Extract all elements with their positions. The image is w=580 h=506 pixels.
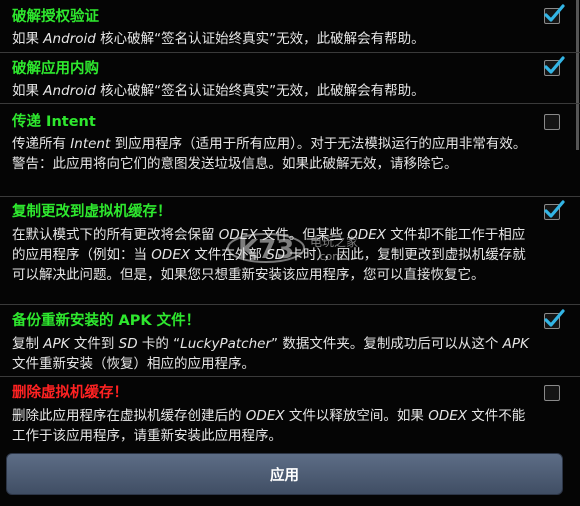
description-text: 如果: [12, 31, 44, 47]
description-term: SD: [118, 336, 138, 352]
description-term: Intent: [70, 136, 111, 152]
option-checkbox[interactable]: [544, 200, 565, 220]
description-text: 删除此应用程序在虚拟机缓存创建后的: [12, 408, 246, 424]
apply-button[interactable]: 应用: [6, 453, 563, 495]
description-text: 传递所有: [12, 136, 71, 152]
description-text: 文件。但某些: [257, 227, 348, 243]
description-term: ODEX: [428, 408, 468, 424]
option-description: 传递所有 Intent 到应用程序（适用于所有应用）。对于无法模拟运行的应用非常…: [12, 134, 532, 174]
option-title: 传递 Intent: [12, 114, 96, 130]
description-term: LuckyPatcher: [180, 336, 272, 352]
option-in-app-purchase[interactable]: 破解应用内购 如果 Android 核心破解“签名认证始终真实”无效，此破解会有…: [0, 53, 580, 104]
checkmark-icon: [544, 200, 565, 218]
checkmark-icon: [544, 56, 565, 74]
option-title: 破解授权验证: [12, 9, 99, 25]
option-delete-dalvik-cache[interactable]: 删除虚拟机缓存！ 删除此应用程序在虚拟机缓存创建后的 ODEX 文件以释放空间。…: [0, 377, 580, 448]
description-term: ODEX: [347, 227, 387, 243]
option-license-verification[interactable]: 破解授权验证 如果 Android 核心破解“签名认证始终真实”无效，此破解会有…: [0, 0, 580, 53]
description-text: 卡的 “: [137, 336, 181, 352]
description-text: ” 数据文件夹。复制成功后可以从这个: [271, 336, 503, 352]
option-description: 删除此应用程序在虚拟机缓存创建后的 ODEX 文件以释放空间。如果 ODEX 文…: [12, 406, 532, 446]
description-term: SD: [266, 247, 286, 263]
description-text: 文件在外部: [190, 247, 267, 263]
option-title: 破解应用内购: [12, 61, 99, 77]
option-title: 复制更改到虚拟机缓存！: [12, 204, 172, 220]
description-text: 如果: [12, 83, 44, 99]
option-description: 如果 Android 核心破解“签名认证始终真实”无效，此破解会有帮助。: [12, 81, 532, 101]
checkmark-icon: [544, 309, 565, 327]
option-pass-intent[interactable]: 传递 Intent 传递所有 Intent 到应用程序（适用于所有应用）。对于无…: [0, 104, 580, 197]
description-term: Android: [43, 83, 96, 99]
description-text: 在默认模式下的所有更改将会保留: [12, 227, 219, 243]
option-checkbox[interactable]: [544, 4, 565, 24]
option-checkbox[interactable]: [544, 309, 565, 329]
patch-options-dialog: 破解授权验证 如果 Android 核心破解“签名认证始终真实”无效，此破解会有…: [0, 0, 580, 506]
description-term: APK: [502, 336, 529, 352]
description-text: 文件重新安装（恢复）相应的应用程序。: [12, 356, 255, 372]
description-text: 复制: [12, 336, 44, 352]
option-copy-to-dalvik-cache[interactable]: 复制更改到虚拟机缓存！ 在默认模式下的所有更改将会保留 ODEX 文件。但某些 …: [0, 197, 580, 305]
description-term: ODEX: [245, 408, 285, 424]
checkmark-icon: [544, 4, 565, 22]
option-checkbox[interactable]: [544, 385, 560, 401]
description-text: 文件以释放空间。如果: [284, 408, 429, 424]
description-term: ODEX: [218, 227, 258, 243]
option-description: 复制 APK 文件到 SD 卡的 “LuckyPatcher” 数据文件夹。复制…: [12, 334, 532, 374]
description-text: 核心破解“签名认证始终真实”无效，此破解会有帮助。: [95, 31, 425, 47]
option-title: 删除虚拟机缓存！: [12, 385, 128, 401]
option-checkbox[interactable]: [544, 56, 565, 76]
description-term: APK: [43, 336, 70, 352]
option-description: 在默认模式下的所有更改将会保留 ODEX 文件。但某些 ODEX 文件却不能工作…: [12, 225, 532, 285]
description-term: Android: [43, 31, 96, 47]
option-description: 如果 Android 核心破解“签名认证始终真实”无效，此破解会有帮助。: [12, 29, 532, 49]
option-backup-apk[interactable]: 备份重新安装的 APK 文件！ 复制 APK 文件到 SD 卡的 “LuckyP…: [0, 305, 580, 377]
description-text: 文件到: [69, 336, 119, 352]
description-term: ODEX: [151, 247, 191, 263]
option-title: 备份重新安装的 APK 文件！: [12, 313, 201, 329]
option-checkbox[interactable]: [544, 114, 560, 130]
description-text: 核心破解“签名认证始终真实”无效，此破解会有帮助。: [95, 83, 425, 99]
